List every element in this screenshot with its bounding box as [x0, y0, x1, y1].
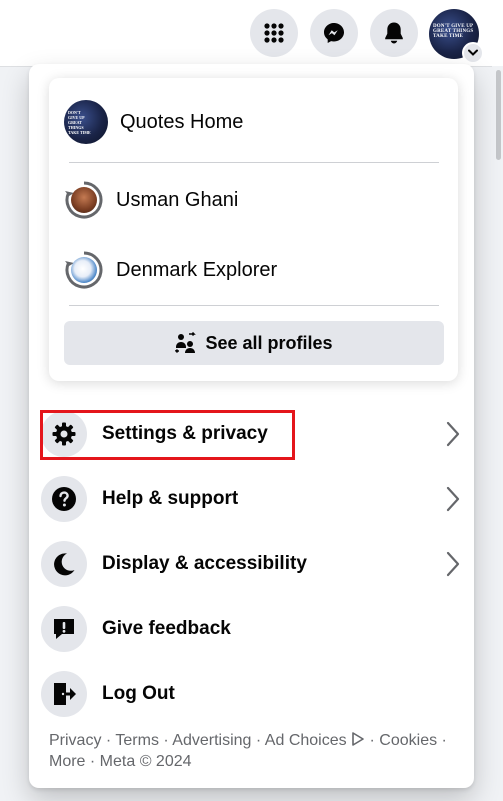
menu-item-log-out[interactable]: Log Out	[41, 668, 461, 720]
footer-link-more[interactable]: More	[49, 753, 85, 770]
bell-icon	[385, 22, 403, 44]
ad-choices-icon	[352, 732, 364, 746]
profile-item-quotes-home[interactable]: DON'T GIVE UP GREAT THINGS TAKE TIME Quotes …	[64, 100, 243, 144]
switch-avatar	[64, 180, 104, 220]
menu-item-display-accessibility[interactable]: Display & accessibility	[41, 538, 461, 590]
menu-label: Display & accessibility	[102, 553, 307, 574]
account-menu-chevron[interactable]	[462, 42, 484, 64]
profiles-card: DON'T GIVE UP GREAT THINGS TAKE TIME Quotes …	[49, 78, 458, 381]
feedback-icon	[54, 619, 74, 639]
footer-link-advertising[interactable]: Advertising	[172, 732, 251, 749]
footer-links: Privacy · Terms · Advertising · Ad Choic…	[49, 732, 447, 770]
menu-label: Help & support	[102, 488, 239, 509]
notifications-button[interactable]	[370, 9, 418, 57]
footer-link-cookies[interactable]: Cookies	[379, 732, 437, 749]
moon-icon	[54, 553, 75, 576]
menu-label: Give feedback	[102, 618, 231, 639]
menu-item-give-feedback[interactable]: Give feedback	[41, 603, 461, 655]
see-all-profiles-button[interactable]: See all profiles	[64, 321, 444, 365]
messenger-button[interactable]	[310, 9, 358, 57]
highlight-annotation-box	[40, 410, 295, 460]
quotes-avatar: DON'T GIVE UP GREAT THINGS TAKE TIME	[64, 100, 108, 144]
footer-link-ad-choices[interactable]: Ad Choices	[265, 732, 365, 749]
footer-link-terms[interactable]: Terms	[115, 732, 159, 749]
profile-name: Usman Ghani	[116, 188, 239, 211]
profile-name: Denmark Explorer	[116, 258, 278, 281]
divider	[69, 305, 439, 306]
chevron-down-icon	[468, 49, 478, 56]
profile-item-denmark-explorer[interactable]: Denmark Explorer	[64, 248, 277, 292]
chevron-right-icon	[446, 551, 460, 577]
logout-icon-circle	[41, 671, 87, 717]
scrollbar-track[interactable]	[492, 66, 503, 801]
profiles-switch-icon	[175, 332, 197, 354]
menu-grid-button[interactable]	[250, 9, 298, 57]
feedback-icon-circle	[41, 606, 87, 652]
chevron-right-icon	[446, 486, 460, 512]
profile-item-usman-ghani[interactable]: Usman Ghani	[64, 178, 238, 222]
switch-avatar	[64, 250, 104, 290]
footer-copyright: Meta © 2024	[99, 753, 192, 770]
logout-icon	[54, 683, 76, 705]
scrollbar-thumb[interactable]	[496, 70, 501, 160]
menu-grid-icon	[264, 23, 284, 43]
see-all-profiles-label: See all profiles	[205, 332, 333, 353]
menu-label: Log Out	[102, 683, 175, 704]
account-menu-panel: DON'T GIVE UP GREAT THINGS TAKE TIME Quotes …	[29, 64, 474, 788]
moon-icon-circle	[41, 541, 87, 587]
avatar-quote-text: DON'T GIVE UP GREAT THINGS TAKE TIME	[433, 24, 474, 39]
profile-name: Quotes Home	[120, 110, 244, 133]
top-bar: DON'T GIVE UP GREAT THINGS TAKE TIME	[0, 0, 503, 67]
divider	[69, 162, 439, 163]
messenger-icon	[324, 23, 344, 43]
chevron-right-icon	[446, 421, 460, 447]
question-icon-circle	[41, 476, 87, 522]
footer-link-privacy[interactable]: Privacy	[49, 732, 101, 749]
menu-item-help-support[interactable]: Help & support	[41, 473, 461, 525]
question-icon	[52, 487, 76, 511]
